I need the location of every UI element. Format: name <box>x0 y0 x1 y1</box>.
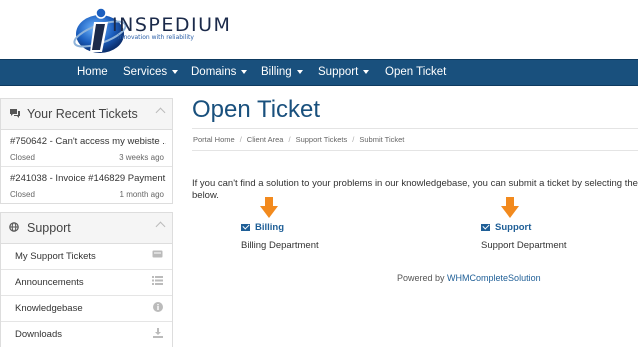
breadcrumb-submit-ticket: Submit Ticket <box>359 135 405 144</box>
ticket-subject: #241038 - Invoice #146829 Payment <box>10 173 166 184</box>
breadcrumb-support-tickets[interactable]: Support Tickets <box>296 135 348 144</box>
ticket-status: Closed <box>10 190 35 199</box>
nav-services[interactable]: Services <box>123 60 179 85</box>
powered-by-link[interactable]: WHMCompleteSolution <box>447 273 541 283</box>
ticket-icon <box>152 250 163 261</box>
download-icon <box>153 328 163 341</box>
support-panel-title: Support <box>27 221 71 235</box>
support-item-announcements[interactable]: Announcements <box>1 270 172 296</box>
recent-tickets-title: Your Recent Tickets <box>27 107 138 121</box>
chevron-up-icon[interactable] <box>155 107 166 118</box>
support-item-downloads[interactable]: Downloads <box>1 322 172 347</box>
recent-tickets-header[interactable]: Your Recent Tickets <box>1 99 172 130</box>
nav-billing[interactable]: Billing <box>261 60 303 85</box>
main-navbar: Home Services Domains Billing Support Op… <box>0 59 638 86</box>
support-item-my-tickets[interactable]: My Support Tickets <box>1 244 172 270</box>
nav-open-ticket-label: Open Ticket <box>385 66 447 78</box>
department-billing-name: Billing <box>255 222 285 233</box>
breadcrumb-separator: / <box>352 135 355 144</box>
department-billing-link[interactable]: Billing <box>241 222 284 233</box>
support-panel: Support My Support Tickets Announcements… <box>0 212 173 347</box>
nav-open-ticket[interactable]: Open Ticket <box>385 60 446 85</box>
nav-support-label: Support <box>318 66 359 78</box>
brand-name: INSPEDIUM <box>112 14 232 36</box>
nav-billing-label: Billing <box>261 66 292 78</box>
department-support-description: Support Department <box>481 240 567 251</box>
intro-line-1: If you can't find a solution to your pro… <box>192 178 638 189</box>
arrow-down-icon <box>260 197 278 218</box>
chevron-up-icon[interactable] <box>155 221 166 232</box>
nav-services-label: Services <box>123 66 168 78</box>
nav-domains-label: Domains <box>191 66 237 78</box>
powered-by: Powered by WHMCompleteSolution <box>397 273 541 283</box>
brand-tagline: innovation with reliability <box>118 34 194 41</box>
support-item-label: Downloads <box>15 329 62 340</box>
breadcrumb-separator: / <box>239 135 242 144</box>
envelope-icon <box>241 223 250 231</box>
nav-home-label: Home <box>77 66 108 78</box>
caret-down-icon <box>172 69 179 74</box>
ticket-status: Closed <box>10 153 35 162</box>
intro-text: If you can't find a solution to your pro… <box>192 178 638 202</box>
caret-down-icon <box>363 69 370 74</box>
page-title: Open Ticket <box>192 96 321 123</box>
caret-down-icon <box>241 69 248 74</box>
ticket-time: 1 month ago <box>119 190 164 199</box>
nav-domains[interactable]: Domains <box>191 60 248 85</box>
ticket-row[interactable]: #241038 - Invoice #146829 Payment Closed… <box>1 167 172 203</box>
nav-support[interactable]: Support <box>318 60 370 85</box>
breadcrumb-client-area[interactable]: Client Area <box>247 135 284 144</box>
arrow-down-icon <box>501 197 519 218</box>
list-icon <box>152 276 163 288</box>
powered-by-prefix: Powered by <box>397 273 445 283</box>
support-panel-header[interactable]: Support <box>1 213 172 244</box>
envelope-icon <box>481 223 490 231</box>
breadcrumb: Portal Home / Client Area / Support Tickets /… <box>193 135 404 144</box>
breadcrumb-divider <box>192 150 638 151</box>
support-item-label: My Support Tickets <box>15 251 96 262</box>
recent-tickets-panel: Your Recent Tickets #750642 - Can't acce… <box>0 98 173 204</box>
ticket-row[interactable]: #750642 - Can't access my webiste ... Cl… <box>1 130 172 167</box>
intro-line-2: below. <box>192 190 219 201</box>
support-item-label: Knowledgebase <box>15 303 83 314</box>
ticket-time: 3 weeks ago <box>119 153 164 162</box>
department-billing-description: Billing Department <box>241 240 319 251</box>
department-support-name: Support <box>495 222 532 233</box>
comments-icon <box>9 108 21 121</box>
globe-icon <box>9 222 19 235</box>
title-divider <box>192 128 638 129</box>
department-support-link[interactable]: Support <box>481 222 531 233</box>
breadcrumb-portal-home[interactable]: Portal Home <box>193 135 235 144</box>
nav-home[interactable]: Home <box>77 60 108 85</box>
support-item-label: Announcements <box>15 277 84 288</box>
caret-down-icon <box>296 69 303 74</box>
support-item-knowledgebase[interactable]: Knowledgebase <box>1 296 172 322</box>
site-header: INSPEDIUM innovation with reliability <box>0 0 638 59</box>
breadcrumb-separator: / <box>288 135 291 144</box>
ticket-subject: #750642 - Can't access my webiste ... <box>10 136 166 147</box>
info-icon <box>153 302 163 315</box>
